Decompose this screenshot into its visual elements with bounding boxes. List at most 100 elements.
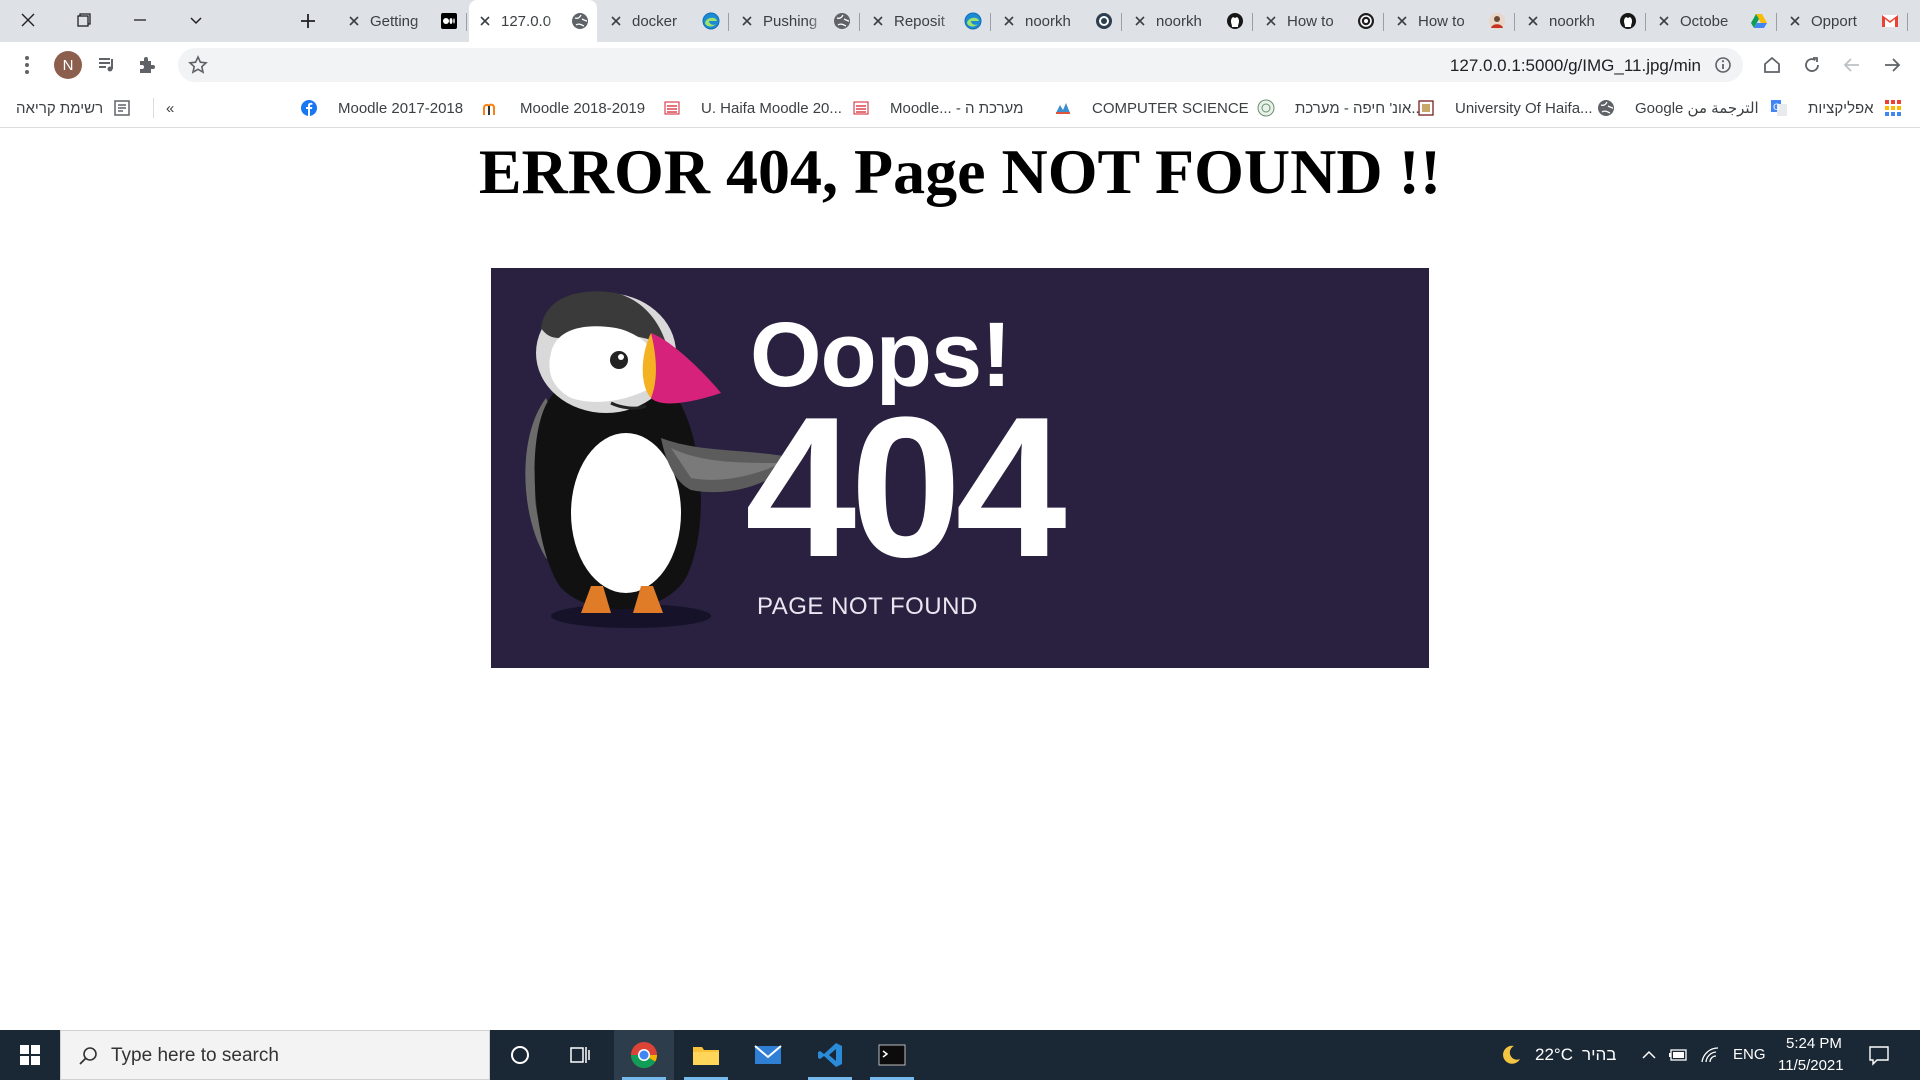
weather-description[interactable]: בהיר [1582, 1045, 1616, 1065]
browser-tab[interactable]: Getting [338, 6, 467, 36]
page-not-found-caption: PAGE NOT FOUND [757, 593, 978, 620]
bookmark-label: Moodle 2018-2019 [520, 99, 646, 117]
overflow-chevron-icon: « [166, 99, 175, 117]
address-bar[interactable]: 127.0.0.1:5000/g/IMG_11.jpg/min [178, 48, 1743, 82]
medium-icon [441, 13, 457, 29]
tab-close-icon[interactable] [1525, 13, 1541, 29]
avatar-icon [1489, 13, 1505, 29]
error-code-text: 404 [745, 376, 1067, 599]
browser-tab[interactable]: Reposit [862, 6, 991, 36]
browser-tab[interactable]: Octobe [1648, 6, 1777, 36]
menu-button[interactable] [11, 49, 43, 81]
bookmarks-bar: רשימת קריאה « Moodle 2017-2018 Moodle 201… [0, 88, 1920, 128]
chrome-taskbar-app[interactable] [614, 1030, 674, 1080]
reading-list-button[interactable]: רשימת קריאה [16, 97, 131, 119]
tab-close-icon[interactable] [870, 13, 886, 29]
moodle-icon [483, 103, 495, 115]
back-button[interactable] [1876, 49, 1908, 81]
tab-close-icon[interactable] [1656, 13, 1672, 29]
extensions-button[interactable] [131, 49, 163, 81]
bookmarks-overflow-button[interactable]: « [166, 97, 174, 119]
reload-button[interactable] [1796, 49, 1828, 81]
tab-close-icon[interactable] [608, 13, 624, 29]
tab-title: Getting [370, 12, 419, 30]
bookmark-item[interactable]: Moodle 2018-2019 [482, 97, 645, 119]
chevron-up-icon[interactable] [1641, 1047, 1657, 1063]
error-404-image: Oops! 404 PAGE NOT FOUND [491, 268, 1429, 668]
bookmark-label: COMPUTER SCIENCE [1092, 99, 1249, 117]
site-info-button[interactable] [1707, 49, 1739, 81]
bookmark-item[interactable]: אונ' חיפה - מערכת... [1257, 97, 1424, 119]
notifications-icon[interactable] [1868, 1044, 1890, 1066]
mail-taskbar-app[interactable] [738, 1030, 798, 1080]
browser-tab[interactable]: noorkh [1517, 6, 1646, 36]
tab-search-button[interactable] [168, 0, 224, 40]
bookmark-item[interactable]: U. Haifa Moodle 20... [663, 97, 842, 119]
browser-tab[interactable]: noorkh [993, 6, 1122, 36]
minimize-window-button[interactable] [112, 0, 168, 40]
restore-window-button[interactable] [56, 0, 112, 40]
seal-icon [1257, 99, 1275, 117]
new-tab-button[interactable] [290, 6, 326, 36]
bookmark-item[interactable]: Google الترجمة من [1597, 97, 1759, 119]
tab-close-icon[interactable] [346, 13, 362, 29]
bookmarks-divider [153, 98, 154, 118]
tab-title: noorkh [1025, 12, 1071, 30]
clock-date[interactable]: 11/5/2021 [1778, 1057, 1844, 1074]
terminal-taskbar-app[interactable] [862, 1030, 922, 1080]
tab-title: Reposit [894, 12, 945, 30]
haifa-icon [853, 101, 869, 115]
tab-close-icon[interactable] [1787, 13, 1803, 29]
weather-temperature[interactable]: 22°C [1535, 1045, 1573, 1065]
tab-close-icon[interactable] [477, 13, 493, 29]
file-explorer-taskbar-app[interactable] [676, 1030, 736, 1080]
back-forward-disabled-button[interactable] [1836, 49, 1868, 81]
facebook-icon [301, 100, 317, 116]
moon-weather-icon[interactable] [1500, 1044, 1522, 1066]
vscode-taskbar-app[interactable] [800, 1030, 860, 1080]
close-window-button[interactable] [0, 0, 56, 40]
tab-close-icon[interactable] [739, 13, 755, 29]
battery-icon[interactable] [1668, 1047, 1688, 1063]
browser-tab[interactable]: docker [600, 6, 729, 36]
cortana-button[interactable] [490, 1030, 550, 1080]
browser-toolbar: N 127.0.0.1:5000/g/IMG_11.jpg/min [0, 42, 1920, 88]
profile-avatar[interactable]: N [54, 51, 82, 79]
task-view-button[interactable] [550, 1030, 610, 1080]
bookmark-label: אונ' חיפה - מערכת... [1295, 99, 1424, 117]
home-button[interactable] [1756, 49, 1788, 81]
tab-close-icon[interactable] [1001, 13, 1017, 29]
tab-close-icon[interactable] [1394, 13, 1410, 29]
browser-tab[interactable]: How to [1255, 6, 1384, 36]
tab-separator [466, 13, 467, 31]
reading-list-icon [114, 100, 130, 116]
media-button[interactable] [91, 49, 123, 81]
browser-tab[interactable]: Pushing [731, 6, 860, 36]
gmail-icon [1882, 15, 1898, 27]
tab-close-icon[interactable] [1132, 13, 1148, 29]
bookmark-item[interactable]: Moodle... - מערכת ה [852, 97, 1023, 119]
globe-icon [834, 13, 850, 29]
arrow-right-icon [1885, 58, 1901, 72]
wifi-icon[interactable] [1700, 1046, 1720, 1064]
tab-separator [728, 13, 729, 31]
clock-time[interactable]: 5:24 PM [1786, 1035, 1842, 1052]
tab-title: docker [632, 12, 678, 30]
bookmark-label: U. Haifa Moodle 20... [701, 99, 842, 117]
start-button[interactable] [0, 1030, 60, 1080]
taskbar-search-box[interactable]: Type here to search [60, 1030, 490, 1080]
browser-tab[interactable]: 127.0.0 [469, 0, 597, 42]
bookmark-item[interactable]: University Of Haifa... [1417, 97, 1593, 119]
browser-tab[interactable]: How to [1386, 6, 1515, 36]
bookmark-item[interactable]: G אפליקציות [1770, 97, 1902, 119]
globe-icon [1598, 100, 1614, 116]
url-text[interactable]: 127.0.0.1:5000/g/IMG_11.jpg/min [1450, 56, 1701, 76]
bookmark-item[interactable]: Moodle 2017-2018 [300, 97, 463, 119]
bookmark-item[interactable]: COMPUTER SCIENCE [1054, 97, 1249, 119]
bookmark-star-button[interactable] [182, 49, 214, 81]
browser-tab[interactable]: Opport [1779, 6, 1908, 36]
tab-title: Pushing [763, 12, 818, 30]
tab-close-icon[interactable] [1263, 13, 1279, 29]
browser-tab[interactable]: noorkh [1124, 6, 1253, 36]
language-indicator[interactable]: ENG [1733, 1046, 1766, 1063]
